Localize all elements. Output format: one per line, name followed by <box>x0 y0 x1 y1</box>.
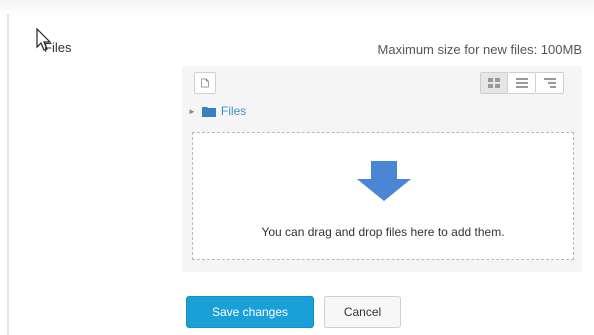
add-file-button[interactable] <box>194 72 216 94</box>
down-arrow-icon <box>357 161 411 201</box>
left-divider <box>7 14 9 335</box>
files-field-label: Files <box>44 40 72 55</box>
view-list-button[interactable] <box>508 72 536 94</box>
folder-path[interactable]: ► Files <box>188 104 246 118</box>
top-strip <box>0 0 594 18</box>
drop-zone-text: You can drag and drop files here to add … <box>261 225 505 239</box>
max-size-notice: Maximum size for new files: 100MB <box>377 42 582 57</box>
expand-arrow-icon: ► <box>188 106 196 116</box>
folder-path-label[interactable]: Files <box>221 104 246 118</box>
view-tree-button[interactable] <box>536 72 564 94</box>
grid-view-icon <box>488 78 500 88</box>
save-changes-button[interactable]: Save changes <box>186 296 314 328</box>
drop-zone[interactable]: You can drag and drop files here to add … <box>192 132 574 260</box>
cancel-button[interactable]: Cancel <box>324 296 401 328</box>
folder-icon <box>201 106 216 117</box>
file-manager: ► Files You can drag and drop files here… <box>182 66 582 272</box>
file-add-icon <box>201 78 209 88</box>
tree-view-icon <box>543 78 556 88</box>
view-icons-button[interactable] <box>480 72 508 94</box>
list-view-icon <box>515 78 528 88</box>
